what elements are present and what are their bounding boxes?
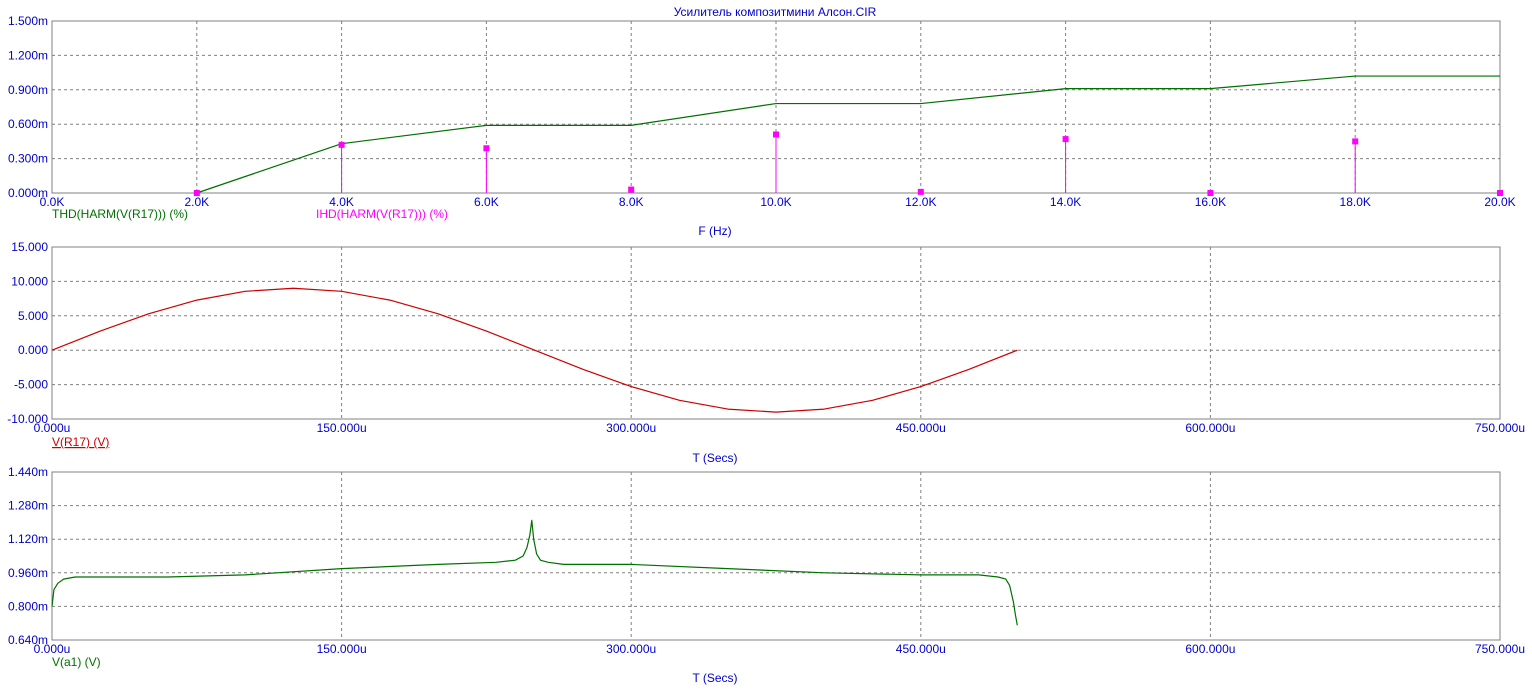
y-tick-label: 15.000	[11, 240, 48, 254]
x-tick-label: 300.000u	[606, 421, 656, 435]
ihd-marker	[483, 145, 490, 152]
legend-entry[interactable]: THD(HARM(V(R17))) (%)	[52, 207, 188, 221]
y-tick-label: 0.000m	[8, 186, 48, 200]
ihd-marker	[1352, 138, 1359, 145]
x-tick-label: 16.0K	[1195, 195, 1226, 209]
y-tick-label: 0.640m	[8, 633, 48, 647]
plot-panel-2: 0.000u 150.000u 300.000u 450.000u 600.000u 75…	[7, 240, 1525, 465]
legend-entry[interactable]: IHD(HARM(V(R17))) (%)	[316, 207, 448, 221]
x-tick-label: 600.000u	[1185, 421, 1235, 435]
x-tick-label: 150.000u	[317, 421, 367, 435]
y-tick-label: 1.280m	[8, 499, 48, 513]
y-tick-label: 1.200m	[8, 48, 48, 62]
x-axis-label: T (Secs)	[692, 671, 737, 685]
y-tick-label: 0.000	[18, 343, 48, 357]
x-tick-label: 750.000u	[1475, 421, 1525, 435]
y-tick-label: 0.800m	[8, 599, 48, 613]
x-tick-label: 450.000u	[896, 642, 946, 656]
x-tick-label: 2.0K	[184, 195, 209, 209]
ihd-stem-series	[193, 131, 1503, 196]
ihd-marker	[338, 141, 345, 148]
x-tick-label: 14.0K	[1050, 195, 1081, 209]
y-tick-label: 1.440m	[8, 465, 48, 479]
y-tick-label: 0.960m	[8, 566, 48, 580]
x-tick-label: 750.000u	[1475, 642, 1525, 656]
plot-title: Усилитель композитмини Алсон.CIR	[674, 5, 877, 19]
series-line	[196, 75, 1500, 194]
legend-entry[interactable]: V(R17) (V)	[52, 435, 109, 449]
y-tick-label: 10.000	[11, 274, 48, 288]
x-tick-label: 150.000u	[317, 642, 367, 656]
simulation-plot-window: Усилитель композитмини Алсон.CIR 0.0K 2.0…	[7, 5, 1525, 685]
x-tick-label: 8.0K	[619, 195, 644, 209]
x-tick-label: 300.000u	[606, 642, 656, 656]
x-tick-label: 20.0K	[1484, 195, 1515, 209]
x-tick-label: 450.000u	[896, 421, 946, 435]
ihd-marker	[193, 190, 200, 196]
ihd-marker	[917, 188, 924, 195]
y-tick-label: -10.000	[7, 412, 48, 426]
plot-panel-3: 0.000u 150.000u 300.000u 450.000u 600.000u 75…	[8, 465, 1525, 685]
y-tick-label: 0.900m	[8, 83, 48, 97]
x-axis-label: T (Secs)	[692, 451, 737, 465]
x-tick-label: 12.0K	[905, 195, 936, 209]
y-tick-label: 1.120m	[8, 532, 48, 546]
y-tick-label: -5.000	[14, 378, 48, 392]
y-tick-label: 5.000	[18, 309, 48, 323]
plot-frame	[51, 246, 1501, 420]
ihd-marker	[1207, 190, 1214, 196]
x-axis-label: F (Hz)	[698, 224, 731, 238]
x-tick-label: 600.000u	[1185, 642, 1235, 656]
y-tick-label: 1.500m	[8, 14, 48, 28]
ihd-marker	[1062, 136, 1069, 143]
ihd-marker	[1497, 190, 1503, 196]
plot-frame	[51, 471, 1501, 641]
y-tick-label: 0.300m	[8, 152, 48, 166]
y-tick-label: 0.600m	[8, 117, 48, 131]
ihd-marker	[773, 131, 779, 138]
plot-panel-1: 0.0K 2.0K 4.0K 6.0K 8.0K 10.0K 12.0K 14.0K 16.0K…	[8, 14, 1516, 238]
x-tick-label: 6.0K	[474, 195, 499, 209]
ihd-marker	[628, 186, 635, 193]
x-tick-label: 18.0K	[1340, 195, 1371, 209]
x-tick-label: 10.0K	[760, 195, 791, 209]
legend-entry[interactable]: V(a1) (V)	[52, 655, 101, 669]
